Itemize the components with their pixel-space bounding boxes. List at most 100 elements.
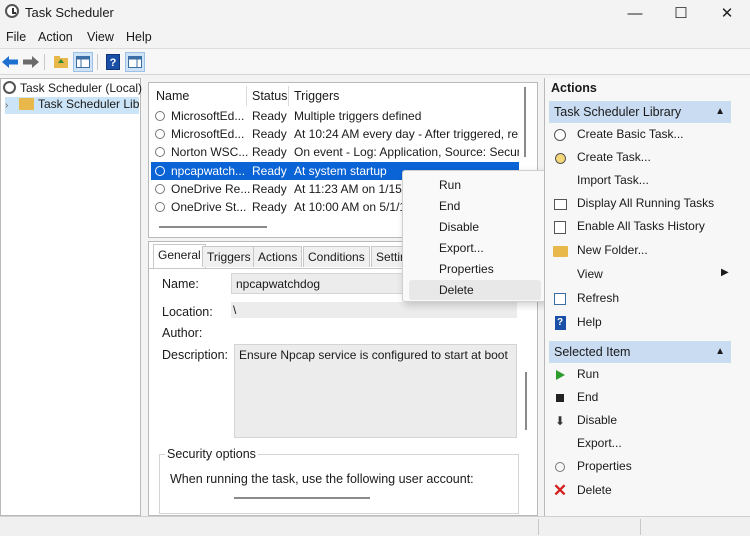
action-disable[interactable]: ⬇ Disable xyxy=(549,410,739,432)
menu-view[interactable]: View xyxy=(87,30,114,44)
collapse-up-icon[interactable]: ▲ xyxy=(715,101,725,123)
action-enable-history[interactable]: Enable All Tasks History xyxy=(549,216,739,238)
action-label: Create Task... xyxy=(577,150,651,164)
forward-button[interactable] xyxy=(21,52,41,72)
action-export[interactable]: Export... xyxy=(549,433,739,455)
action-label: Import Task... xyxy=(577,173,649,187)
context-menu: Run End Disable Export... Properties Del… xyxy=(402,170,548,302)
task-status: Ready xyxy=(252,127,287,141)
column-separator[interactable] xyxy=(246,86,247,106)
help-button[interactable]: ? xyxy=(103,52,123,72)
vertical-scrollbar-thumb[interactable] xyxy=(524,87,526,157)
horizontal-scrollbar-thumb[interactable] xyxy=(159,226,267,228)
action-import-task[interactable]: Import Task... xyxy=(549,170,739,192)
tab-actions[interactable]: Actions xyxy=(253,246,303,267)
running-tasks-icon xyxy=(552,196,568,212)
context-menu-export[interactable]: Export... xyxy=(409,238,541,258)
tree-child-label: Task Scheduler Library xyxy=(38,97,139,111)
create-task-icon xyxy=(552,150,568,166)
show-hide-action-pane-button[interactable] xyxy=(125,52,145,72)
task-name: MicrosoftEd... xyxy=(171,127,245,141)
task-status: Ready xyxy=(252,109,287,123)
action-help[interactable]: ? Help xyxy=(549,312,739,334)
context-menu-disable[interactable]: Disable xyxy=(409,217,541,237)
action-create-task[interactable]: Create Task... xyxy=(549,147,739,169)
description-field[interactable]: Ensure Npcap service is configured to st… xyxy=(234,344,517,438)
task-name: Norton WSC... xyxy=(171,145,249,159)
back-button[interactable] xyxy=(0,52,20,72)
task-trigger: Multiple triggers defined xyxy=(294,109,422,123)
action-new-folder[interactable]: New Folder... xyxy=(549,240,739,262)
context-menu-run[interactable]: Run xyxy=(409,175,541,195)
action-label: Help xyxy=(577,315,602,329)
column-header-name[interactable]: Name xyxy=(156,89,189,103)
column-separator[interactable] xyxy=(288,86,289,106)
context-menu-properties[interactable]: Properties xyxy=(409,259,541,279)
end-icon xyxy=(552,390,568,406)
task-status: Ready xyxy=(252,145,287,159)
window-title: Task Scheduler xyxy=(25,5,114,20)
up-folder-button[interactable] xyxy=(51,52,71,72)
action-view[interactable]: View ▶ xyxy=(549,264,739,286)
section-header-library[interactable]: Task Scheduler Library ▲ xyxy=(549,101,731,123)
tab-triggers[interactable]: Triggers xyxy=(202,246,256,267)
task-name: MicrosoftEd... xyxy=(171,109,245,123)
minimize-button[interactable]: — xyxy=(612,0,658,26)
action-label: Export... xyxy=(577,436,622,450)
context-menu-delete[interactable]: Delete xyxy=(409,280,541,300)
tab-conditions[interactable]: Conditions xyxy=(303,246,370,267)
task-row[interactable]: MicrosoftEd... Ready At 10:24 AM every d… xyxy=(151,125,519,143)
column-header-status[interactable]: Status xyxy=(252,89,287,103)
section-header-library-label: Task Scheduler Library xyxy=(554,105,682,119)
properties-icon xyxy=(552,459,568,475)
task-status: Ready xyxy=(252,200,287,214)
collapse-up-icon[interactable]: ▲ xyxy=(715,341,725,363)
action-label: End xyxy=(577,390,599,404)
show-hide-console-tree-button[interactable] xyxy=(73,52,93,72)
action-run[interactable]: Run xyxy=(549,364,739,386)
tree-node-root[interactable]: Task Scheduler (Local) xyxy=(3,81,142,95)
action-label: View xyxy=(577,267,603,281)
tree-node-library[interactable]: › Task Scheduler Library xyxy=(5,97,139,114)
menu-file[interactable]: File xyxy=(6,30,26,44)
svg-text:?: ? xyxy=(110,57,117,69)
task-trigger: At 11:23 AM on 1/15/ xyxy=(294,182,406,196)
folder-icon xyxy=(552,243,568,259)
close-button[interactable]: ✕ xyxy=(704,0,750,26)
location-field[interactable]: \ xyxy=(231,302,517,318)
action-properties[interactable]: Properties xyxy=(549,456,739,478)
actions-title: Actions xyxy=(551,81,597,95)
chevron-right-icon[interactable]: › xyxy=(5,100,15,111)
horizontal-scrollbar-thumb[interactable] xyxy=(234,497,370,499)
task-row[interactable]: Norton WSC... Ready On event - Log: Appl… xyxy=(151,143,519,161)
action-label: Create Basic Task... xyxy=(577,127,684,141)
action-display-running-tasks[interactable]: Display All Running Tasks xyxy=(549,193,739,215)
tab-general[interactable]: General xyxy=(153,244,206,268)
action-delete[interactable]: ✕ Delete xyxy=(549,480,739,502)
back-arrow-icon xyxy=(2,56,18,68)
task-clock-icon xyxy=(155,184,165,194)
task-trigger: At system startup xyxy=(294,164,387,178)
action-create-basic-task[interactable]: Create Basic Task... xyxy=(549,124,739,146)
status-separator xyxy=(538,519,539,535)
action-refresh[interactable]: Refresh xyxy=(549,288,739,310)
context-menu-end[interactable]: End xyxy=(409,196,541,216)
maximize-button[interactable]: ☐ xyxy=(658,0,704,26)
action-end[interactable]: End xyxy=(549,387,739,409)
menu-help[interactable]: Help xyxy=(126,30,152,44)
menu-action[interactable]: Action xyxy=(38,30,73,44)
action-label: New Folder... xyxy=(577,243,648,257)
vertical-scrollbar-thumb[interactable] xyxy=(525,372,527,430)
help-icon: ? xyxy=(106,54,120,70)
name-label: Name: xyxy=(162,277,199,291)
forward-arrow-icon xyxy=(23,56,39,68)
column-header-triggers[interactable]: Triggers xyxy=(294,89,339,103)
action-label: Run xyxy=(577,367,600,381)
toolbar-separator xyxy=(97,54,98,70)
toolbar-separator xyxy=(44,54,45,70)
section-header-selected-item[interactable]: Selected Item ▲ xyxy=(549,341,731,363)
task-trigger: At 10:24 AM every day - After triggered,… xyxy=(294,127,519,141)
folder-up-icon xyxy=(54,56,68,68)
action-label: Refresh xyxy=(577,291,620,305)
task-row[interactable]: MicrosoftEd... Ready Multiple triggers d… xyxy=(151,107,519,125)
